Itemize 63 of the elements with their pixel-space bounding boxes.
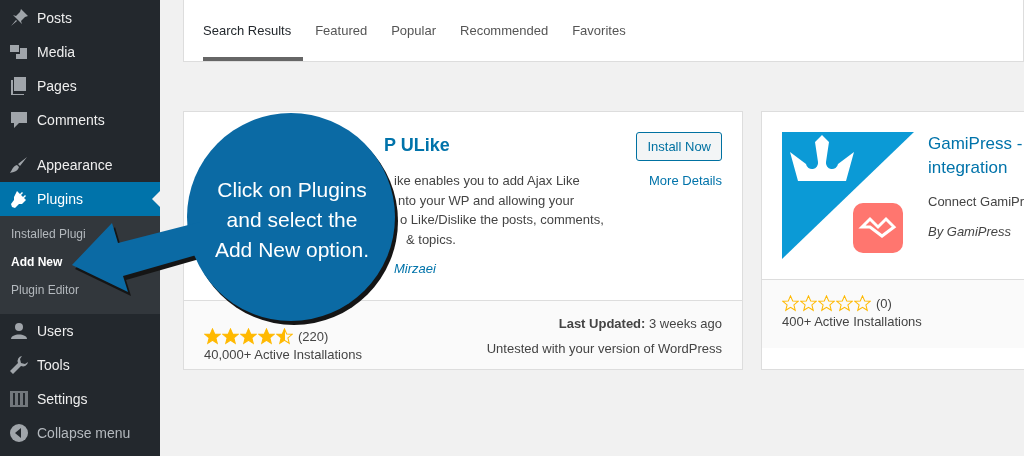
more-details-link[interactable]: More Details bbox=[649, 173, 722, 188]
plugin-description: o Like/Dislike the posts, comments, bbox=[399, 211, 605, 229]
star-icon bbox=[800, 294, 817, 312]
tab[interactable]: Favorites bbox=[572, 0, 638, 61]
star-icon bbox=[782, 294, 799, 312]
star-icon bbox=[276, 327, 293, 345]
plug-icon bbox=[9, 189, 29, 209]
star-icon bbox=[854, 294, 871, 312]
submenu-item[interactable]: Plugin Editor bbox=[11, 282, 80, 298]
star-icon bbox=[204, 327, 221, 345]
plugin-description: & topics. bbox=[405, 230, 457, 249]
menu-item[interactable]: Plugins bbox=[0, 182, 160, 216]
plugin-title[interactable]: P ULike bbox=[382, 135, 450, 155]
star-icon bbox=[222, 327, 239, 345]
menu-label: Posts bbox=[37, 10, 72, 26]
menu-item[interactable]: Settings bbox=[0, 382, 160, 416]
user-icon bbox=[9, 321, 29, 341]
tab[interactable]: Recommended bbox=[460, 0, 561, 61]
star-icon bbox=[836, 294, 853, 312]
brush-icon bbox=[9, 155, 29, 175]
callout-text: Click on Plugins and select the Add New option. bbox=[213, 177, 371, 263]
submenu-item[interactable]: Add New bbox=[11, 254, 63, 270]
menu-label: Pages bbox=[37, 78, 77, 94]
menu-item[interactable]: Comments bbox=[0, 103, 160, 137]
menu-item[interactable]: Pages bbox=[0, 69, 160, 103]
pages-icon bbox=[9, 76, 29, 96]
install-now-button[interactable]: Install Now bbox=[636, 132, 722, 161]
rating-count: (220) bbox=[298, 328, 329, 344]
menu-label: Tools bbox=[37, 357, 70, 373]
plugin-description: ike enables you to add Ajax Like bbox=[393, 172, 581, 190]
plugin-description: nto your WP and allowing your bbox=[397, 191, 576, 210]
rating-count: (0) bbox=[876, 295, 892, 311]
collapse-icon bbox=[9, 423, 29, 443]
last-updated: Last Updated: 3 weeks ago bbox=[557, 315, 722, 333]
pin-icon bbox=[9, 8, 29, 28]
plugin-title[interactable]: GamiPress - integration bbox=[928, 132, 1024, 180]
menu-item[interactable]: Tools bbox=[0, 348, 160, 382]
plugin-description: Connect GamiPr bbox=[928, 193, 1024, 211]
menu-label: Appearance bbox=[37, 157, 113, 173]
menu-item[interactable]: Posts bbox=[0, 1, 160, 35]
menu-label: Settings bbox=[37, 391, 88, 407]
tab[interactable]: Featured bbox=[315, 0, 380, 61]
menu-item[interactable]: Media bbox=[0, 35, 160, 69]
plugin-author: By GamiPress bbox=[928, 223, 1013, 239]
submenu-item[interactable]: Installed Plugi bbox=[11, 226, 86, 242]
wrench-icon bbox=[9, 355, 29, 375]
menu-item[interactable]: Users bbox=[0, 314, 160, 348]
menu-item[interactable]: Appearance bbox=[0, 148, 160, 182]
compatibility-note: Untested with your version of WordPress bbox=[486, 341, 722, 356]
speech-bubble-icon bbox=[9, 110, 29, 130]
menu-label: Users bbox=[37, 323, 74, 339]
menu-label: Comments bbox=[37, 112, 105, 128]
active-installations: 400+ Active Installations bbox=[782, 314, 922, 329]
active-installations: 40,000+ Active Installations bbox=[204, 347, 362, 362]
menu-label: Plugins bbox=[37, 191, 83, 207]
tab[interactable]: Popular bbox=[391, 0, 448, 61]
star-icon bbox=[818, 294, 835, 312]
star-icon bbox=[240, 327, 257, 345]
collapse-menu-button[interactable]: Collapse menu bbox=[0, 416, 160, 450]
menu-label: Media bbox=[37, 44, 76, 60]
star-icon bbox=[258, 327, 275, 345]
sliders-icon bbox=[9, 389, 29, 409]
tab[interactable]: Search Results bbox=[203, 0, 304, 61]
